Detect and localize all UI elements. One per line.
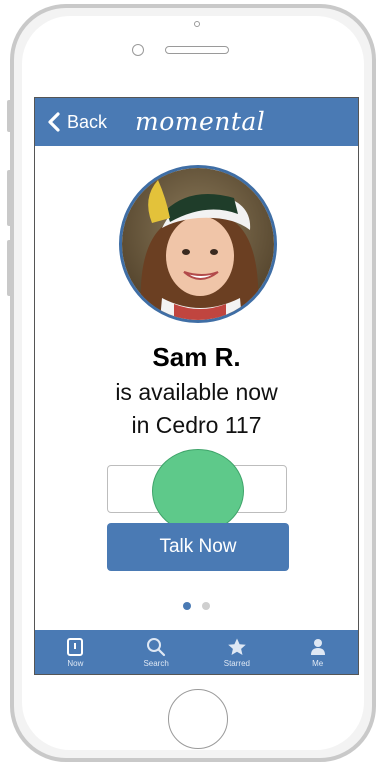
person-name: Sam R. [152, 342, 241, 372]
app-screen: Back momental Sam R. is available now in… [34, 97, 359, 675]
volume-down-button [7, 240, 12, 296]
now-icon [67, 637, 84, 657]
front-sensor [194, 21, 200, 27]
search-icon [146, 637, 166, 657]
navigation-bar: Back momental [35, 98, 358, 146]
profile-photo [122, 168, 274, 320]
availability-status: is available now [115, 379, 278, 405]
back-button[interactable]: Back [47, 108, 107, 136]
chevron-left-icon [48, 112, 60, 132]
tab-me[interactable]: Me [277, 630, 358, 674]
page-dot-active[interactable] [183, 602, 191, 610]
tab-label: Now [67, 658, 84, 668]
page-indicator [35, 602, 358, 610]
location-text: in Cedro 117 [131, 412, 262, 438]
front-camera [132, 44, 144, 56]
home-button[interactable] [168, 689, 228, 749]
app-logo: momental [135, 107, 266, 136]
page-dot[interactable] [202, 602, 210, 610]
tab-label: Me [312, 658, 324, 668]
star-icon [227, 637, 247, 657]
touch-indicator [152, 449, 244, 533]
volume-up-button [7, 170, 12, 226]
back-label: Back [67, 111, 108, 132]
talk-now-button[interactable]: Talk Now [107, 523, 289, 571]
earpiece-speaker [165, 46, 229, 54]
person-icon [310, 637, 326, 657]
tab-now[interactable]: Now [35, 630, 116, 674]
tab-starred[interactable]: Starred [197, 630, 278, 674]
mute-switch [7, 100, 12, 132]
avatar [119, 165, 277, 323]
tab-search[interactable]: Search [116, 630, 197, 674]
tab-label: Starred [223, 658, 250, 668]
tab-label: Search [143, 658, 169, 668]
tab-bar: Now Search Starred Me [35, 630, 358, 674]
